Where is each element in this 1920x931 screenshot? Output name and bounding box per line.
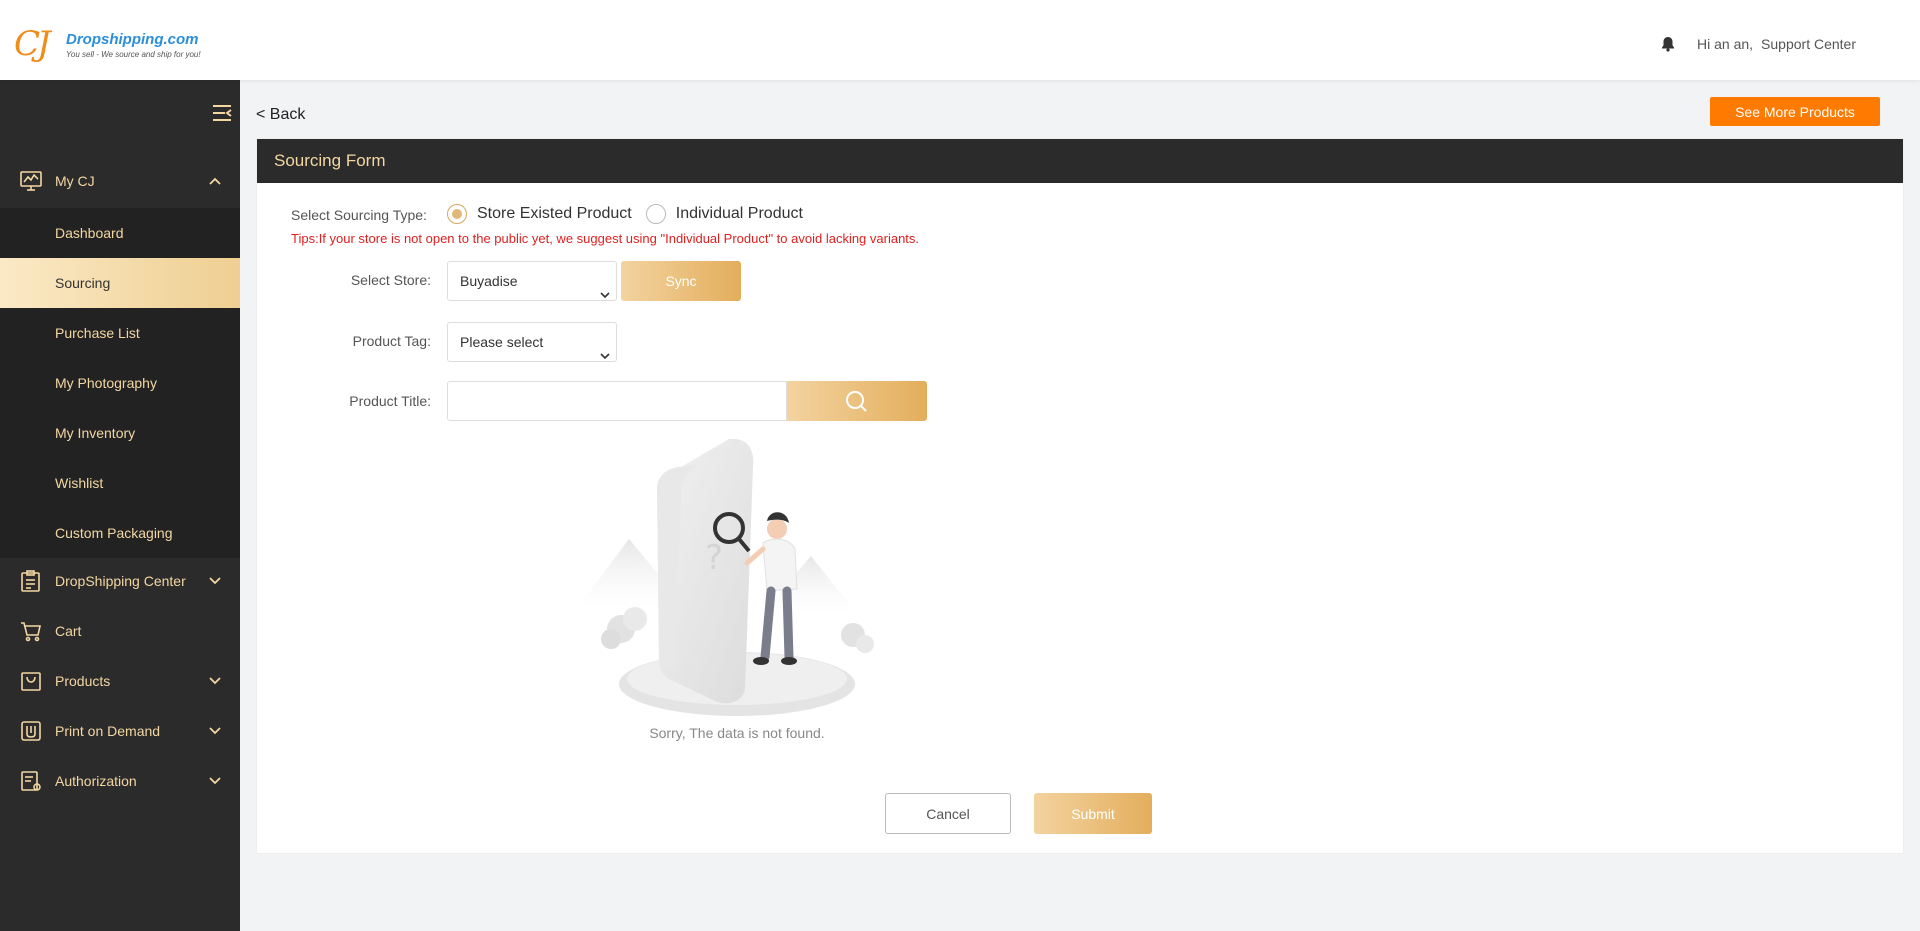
sidebar-group-label: Products — [55, 673, 111, 689]
cj-logo[interactable]: CJ Dropshipping.com You sell - We source… — [14, 24, 201, 66]
radio-label[interactable]: Individual Product — [676, 205, 803, 223]
sidebar-group-label: Authorization — [55, 773, 137, 789]
doc-gear-icon — [20, 770, 42, 792]
product-tag-select-value: Please select — [460, 334, 544, 350]
monitor-chart-icon — [20, 170, 42, 192]
chevron-down-icon — [208, 574, 222, 588]
sidebar-group-label: Cart — [55, 623, 82, 639]
sidebar-group-label: Print on Demand — [55, 723, 161, 739]
sync-button[interactable]: Sync — [621, 261, 741, 301]
sidebar-group-label: My CJ — [55, 173, 95, 189]
sidebar-group-dropshipping-center[interactable]: DropShipping Center — [0, 556, 240, 606]
chevron-up-icon — [208, 174, 222, 188]
tips-text: Tips:If your store is not open to the pu… — [291, 231, 920, 246]
sidebar: My CJ Dashboard Sourcing Purchase List M… — [0, 80, 240, 931]
support-center-link[interactable]: Support Center — [1761, 36, 1856, 52]
bell-icon[interactable] — [1661, 36, 1675, 52]
clipboard-icon — [20, 570, 42, 592]
sidebar-item-my-photography[interactable]: My Photography — [0, 358, 240, 408]
see-more-products-button[interactable]: See More Products — [1710, 97, 1880, 126]
chevron-down-icon — [208, 724, 222, 738]
chevron-down-icon — [208, 774, 222, 788]
sidebar-group-my-cj[interactable]: My CJ — [0, 156, 240, 206]
sidebar-item-sourcing[interactable]: Sourcing — [0, 258, 240, 308]
sidebar-group-print-on-demand[interactable]: Print on Demand — [0, 706, 240, 756]
sidebar-item-custom-packaging[interactable]: Custom Packaging — [0, 508, 240, 558]
logo-tagline: You sell - We source and ship for you! — [66, 50, 201, 59]
search-button[interactable] — [787, 381, 927, 421]
user-greeting: Hi an an, — [1697, 36, 1754, 52]
sidebar-item-dashboard[interactable]: Dashboard — [0, 208, 240, 258]
sidebar-group-authorization[interactable]: Authorization — [0, 756, 240, 806]
store-select-value: Buyadise — [460, 273, 518, 289]
submit-button[interactable]: Submit — [1034, 793, 1152, 834]
print-icon — [20, 720, 42, 742]
chevron-down-icon — [600, 337, 610, 360]
sidebar-item-my-inventory[interactable]: My Inventory — [0, 408, 240, 458]
radio-label[interactable]: Store Existed Product — [477, 205, 632, 223]
menu-collapse-icon[interactable] — [212, 104, 232, 122]
form-title: Sourcing Form — [257, 139, 1903, 183]
sidebar-item-wishlist[interactable]: Wishlist — [0, 458, 240, 508]
empty-state-message: Sorry, The data is not found. — [649, 725, 825, 741]
sourcing-form-card: Sourcing Form Select Sourcing Type: Stor… — [256, 138, 1904, 854]
empty-state-illustration: ? — [577, 438, 897, 719]
chevron-down-icon — [208, 674, 222, 688]
radio-store-existed-product[interactable] — [447, 204, 467, 224]
sourcing-type-label: Select Sourcing Type: — [291, 207, 427, 223]
sidebar-group-cart[interactable]: Cart — [0, 606, 240, 656]
store-select[interactable]: Buyadise — [447, 261, 617, 301]
store-label: Select Store: — [350, 272, 431, 288]
product-tag-select[interactable]: Please select — [447, 322, 617, 362]
product-title-input[interactable] — [447, 381, 787, 421]
chevron-down-icon — [600, 276, 610, 299]
search-icon — [846, 391, 867, 412]
header-user-area: Hi an an, Support Center — [1661, 36, 1856, 52]
sourcing-type-radio-group: Store Existed Product Individual Product — [447, 204, 817, 224]
cancel-button[interactable]: Cancel — [885, 793, 1011, 834]
cart-icon — [20, 620, 42, 642]
product-tag-label: Product Tag: — [352, 333, 431, 349]
sidebar-group-label: DropShipping Center — [55, 573, 186, 589]
my-cj-submenu: Dashboard Sourcing Purchase List My Phot… — [0, 208, 240, 558]
top-header: CJ Dropshipping.com You sell - We source… — [0, 0, 1920, 80]
radio-individual-product[interactable] — [645, 204, 666, 224]
sidebar-group-products[interactable]: Products — [0, 656, 240, 706]
svg-text:?: ? — [705, 538, 723, 578]
logo-name: Dropshipping.com — [66, 31, 199, 48]
bag-icon — [20, 670, 42, 692]
product-title-label: Product Title: — [349, 393, 431, 409]
sidebar-item-purchase-list[interactable]: Purchase List — [0, 308, 240, 358]
back-link[interactable]: < Back — [256, 106, 305, 124]
logo-mark: CJ — [14, 24, 51, 64]
